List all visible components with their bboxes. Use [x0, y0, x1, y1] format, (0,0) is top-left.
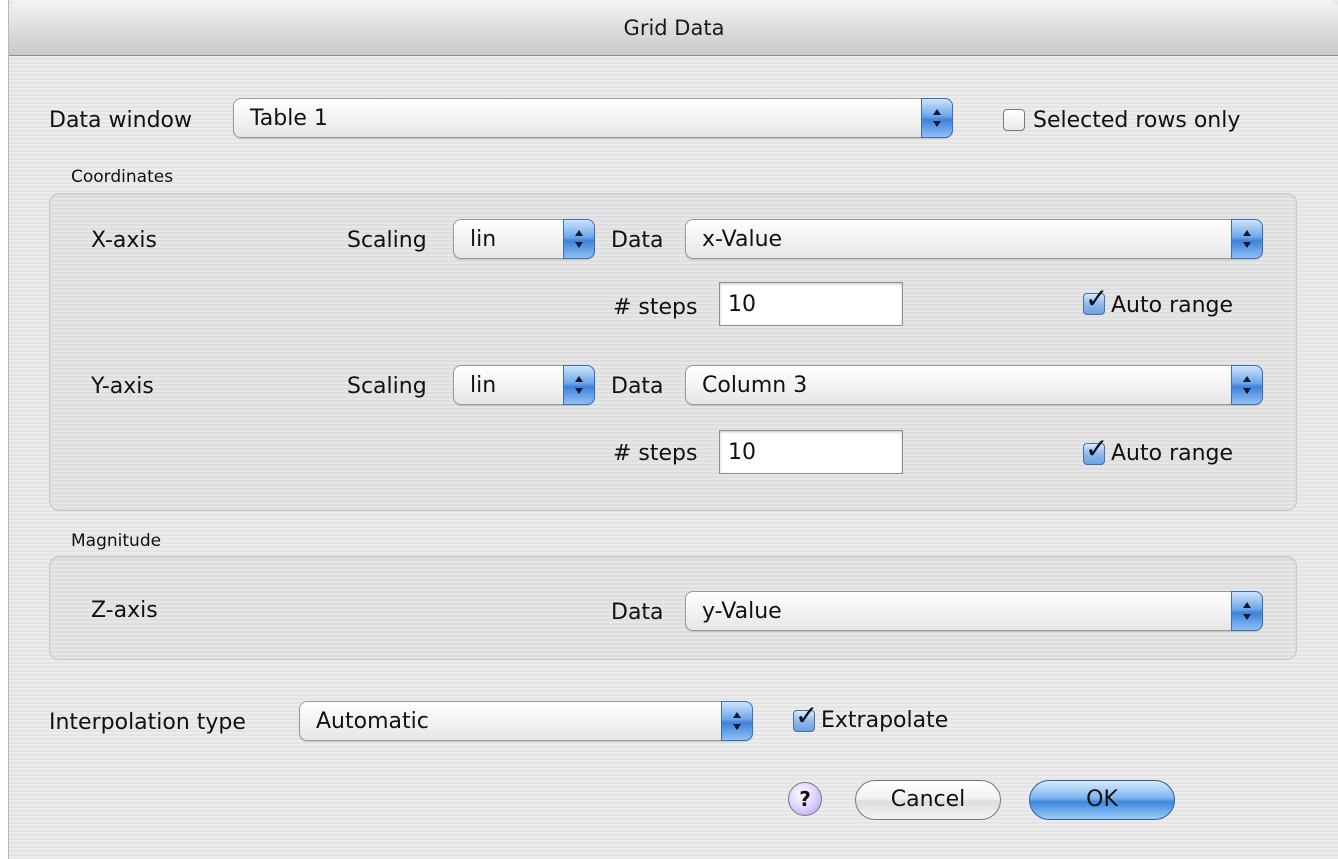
- grid-data-dialog: Grid Data Data window Table 1 Selected r…: [8, 0, 1338, 859]
- extrapolate-checkbox[interactable]: ✓: [793, 702, 818, 732]
- cancel-button[interactable]: Cancel: [855, 780, 1001, 820]
- z-axis-label: Z-axis: [91, 598, 158, 623]
- y-steps-label: # steps: [613, 441, 698, 466]
- up-down-arrows-icon: [721, 701, 753, 741]
- x-auto-range-label: Auto range: [1111, 293, 1234, 318]
- z-data-label: Data: [611, 600, 664, 625]
- y-data-value: Column 3: [702, 373, 808, 398]
- z-data-select[interactable]: y-Value: [685, 591, 1263, 631]
- x-data-select[interactable]: x-Value: [685, 219, 1263, 259]
- x-scaling-select[interactable]: lin: [453, 219, 595, 259]
- selected-rows-only-checkbox[interactable]: [1003, 109, 1025, 131]
- x-scaling-label: Scaling: [347, 228, 427, 253]
- y-steps-input[interactable]: [720, 431, 902, 473]
- checkmark-icon: ✓: [795, 699, 819, 732]
- help-button[interactable]: ?: [788, 782, 822, 816]
- up-down-arrows-icon: [1231, 591, 1263, 631]
- interpolation-type-value: Automatic: [316, 709, 429, 734]
- x-auto-range-checkbox[interactable]: ✓: [1083, 285, 1108, 315]
- y-steps-field[interactable]: [719, 430, 903, 474]
- z-data-value: y-Value: [702, 599, 782, 624]
- y-scaling-value: lin: [470, 373, 497, 398]
- data-window-value: Table 1: [250, 106, 328, 131]
- title-bar[interactable]: Grid Data: [9, 0, 1338, 56]
- x-steps-label: # steps: [613, 295, 698, 320]
- up-down-arrows-icon: [1231, 219, 1263, 259]
- x-scaling-value: lin: [470, 227, 497, 252]
- interpolation-type-label: Interpolation type: [49, 710, 246, 735]
- x-steps-field[interactable]: [719, 282, 903, 326]
- interpolation-type-select[interactable]: Automatic: [299, 701, 753, 741]
- x-steps-input[interactable]: [720, 283, 902, 325]
- x-axis-label: X-axis: [91, 228, 157, 253]
- y-axis-label: Y-axis: [91, 374, 154, 399]
- checkmark-icon: ✓: [1085, 432, 1109, 465]
- y-data-label: Data: [611, 374, 664, 399]
- y-auto-range-checkbox[interactable]: ✓: [1083, 435, 1108, 465]
- extrapolate-label: Extrapolate: [821, 708, 949, 733]
- selected-rows-only-label: Selected rows only: [1033, 108, 1241, 133]
- y-data-select[interactable]: Column 3: [685, 365, 1263, 405]
- data-window-label: Data window: [49, 108, 192, 133]
- y-scaling-label: Scaling: [347, 374, 427, 399]
- window-title: Grid Data: [623, 16, 725, 40]
- y-scaling-select[interactable]: lin: [453, 365, 595, 405]
- x-data-label: Data: [611, 228, 664, 253]
- y-auto-range-label: Auto range: [1111, 441, 1234, 466]
- up-down-arrows-icon: [1231, 365, 1263, 405]
- magnitude-section-label: Magnitude: [71, 531, 162, 551]
- data-window-select[interactable]: Table 1: [233, 98, 953, 138]
- coordinates-section-label: Coordinates: [71, 167, 174, 187]
- up-down-arrows-icon: [921, 98, 953, 138]
- up-down-arrows-icon: [563, 219, 595, 259]
- up-down-arrows-icon: [563, 365, 595, 405]
- x-data-value: x-Value: [702, 227, 783, 252]
- checkmark-icon: ✓: [1085, 282, 1109, 315]
- ok-button[interactable]: OK: [1029, 780, 1175, 820]
